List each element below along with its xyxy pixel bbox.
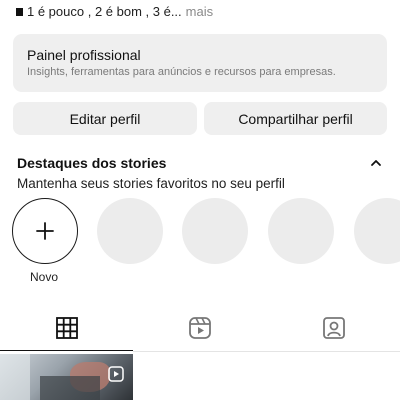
tabs-divider <box>133 351 400 352</box>
highlight-placeholder <box>354 198 400 264</box>
square-icon <box>16 7 23 16</box>
professional-dashboard[interactable]: Painel profissional Insights, ferramenta… <box>13 34 387 92</box>
highlight-placeholder <box>97 198 163 264</box>
new-highlight-label: Novo <box>30 270 59 284</box>
bio-text: 1 é pouco , 2 é bom , 3 é... <box>27 4 182 19</box>
bio-more-link[interactable]: mais <box>186 4 213 19</box>
reels-icon[interactable] <box>188 316 212 340</box>
grid-icon[interactable] <box>55 316 79 340</box>
tagged-icon[interactable] <box>322 316 346 340</box>
highlights-title: Destaques dos stories <box>17 155 167 171</box>
active-tab-indicator <box>0 350 133 351</box>
highlight-placeholder <box>182 198 248 264</box>
new-highlight-button[interactable] <box>12 198 78 264</box>
plus-icon <box>36 222 54 240</box>
professional-dashboard-subtitle: Insights, ferramentas para anúncios e re… <box>27 66 336 78</box>
profile-bio: 1 é pouco , 2 é bom , 3 é... mais <box>16 4 213 19</box>
reel-badge-icon <box>108 366 124 382</box>
share-profile-button[interactable]: Compartilhar perfil <box>204 102 387 135</box>
highlight-placeholder <box>268 198 334 264</box>
highlights-subtitle: Mantenha seus stories favoritos no seu p… <box>17 176 285 191</box>
chevron-up-icon[interactable] <box>369 156 383 170</box>
professional-dashboard-title: Painel profissional <box>27 47 141 63</box>
post-thumbnail[interactable] <box>0 354 133 400</box>
edit-profile-button[interactable]: Editar perfil <box>13 102 197 135</box>
